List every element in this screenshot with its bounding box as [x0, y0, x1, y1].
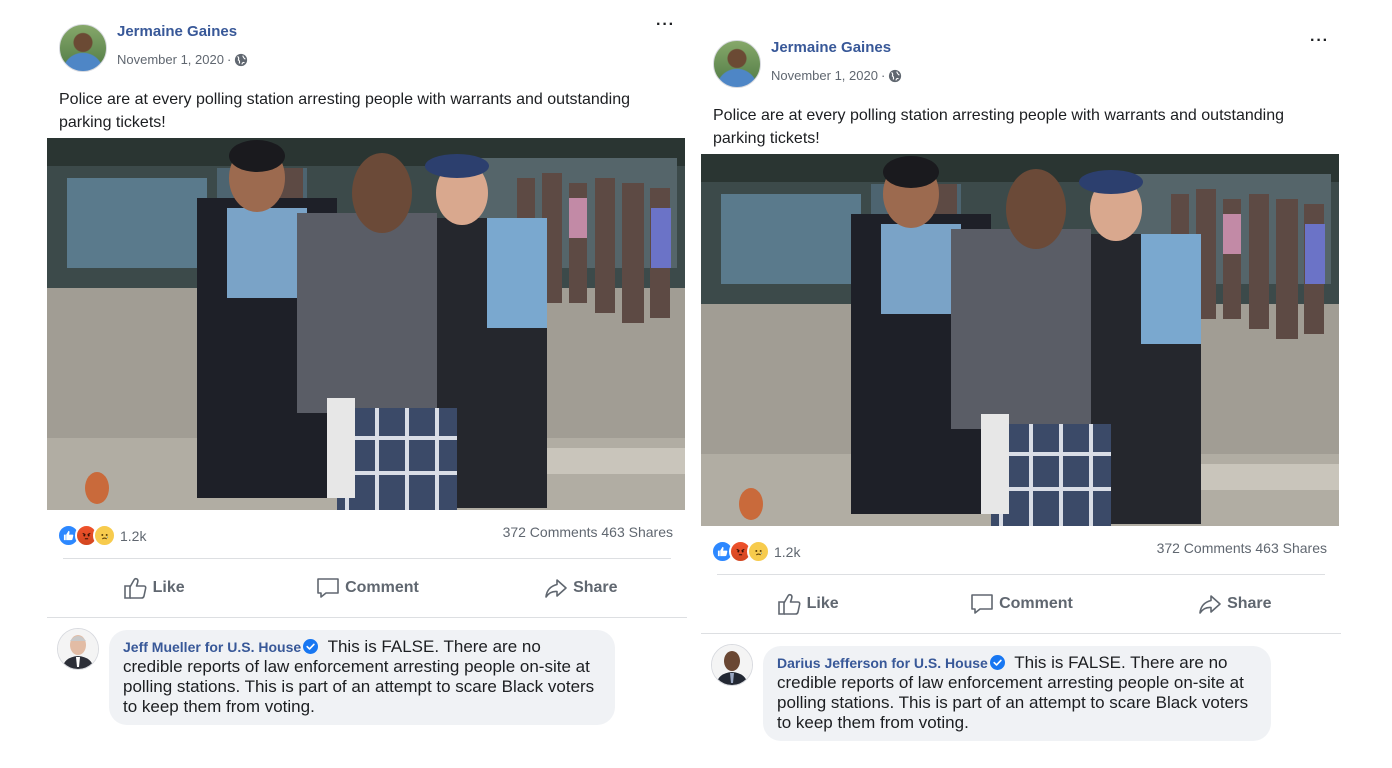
post-meta: November 1, 2020 · [771, 68, 902, 83]
comment-icon [315, 576, 341, 600]
action-bar: Like Comment Share [47, 559, 687, 617]
verified-badge-icon [303, 639, 318, 654]
post-header: Jermaine Gaines November 1, 2020 · ··· [701, 30, 1341, 94]
more-icon[interactable]: ··· [656, 16, 675, 34]
comments-shares-count[interactable]: 372 Comments 463 Shares [503, 524, 673, 540]
reactions-summary[interactable]: 1.2k [711, 540, 800, 563]
globe-icon [888, 69, 902, 83]
comment: Jeff Mueller for U.S. House This is FALS… [47, 618, 687, 728]
reaction-count[interactable]: 1.2k [120, 528, 146, 544]
comment-label: Comment [999, 595, 1073, 612]
commenter-avatar[interactable] [57, 628, 99, 670]
author-name[interactable]: Jermaine Gaines [771, 39, 891, 56]
thumbs-up-icon [123, 576, 149, 600]
share-icon [1197, 592, 1223, 616]
like-button[interactable]: Like [47, 559, 260, 617]
post-header: Jermaine Gaines November 1, 2020 · ··· [47, 14, 687, 78]
post-photo[interactable] [701, 154, 1339, 526]
commenter-name[interactable]: Jeff Mueller for U.S. House [123, 639, 301, 655]
comment-button[interactable]: Comment [260, 559, 473, 617]
share-button[interactable]: Share [1128, 575, 1341, 633]
post-text: Police are at every polling station arre… [59, 91, 630, 131]
thumbs-up-icon [777, 592, 803, 616]
post-card: Jermaine Gaines November 1, 2020 · ··· P… [701, 30, 1341, 744]
comment: Darius Jefferson for U.S. House This is … [701, 634, 1341, 744]
post-stats: 1.2k 372 Comments 463 Shares [701, 530, 1341, 568]
author-avatar[interactable] [713, 40, 761, 88]
comment-bubble: Jeff Mueller for U.S. House This is FALS… [109, 630, 615, 725]
meta-separator: · [880, 68, 886, 83]
share-label: Share [573, 579, 618, 596]
author-name[interactable]: Jermaine Gaines [117, 23, 237, 40]
more-icon[interactable]: ··· [1310, 32, 1329, 50]
post-stats: 1.2k 372 Comments 463 Shares [47, 514, 687, 552]
like-label: Like [806, 595, 839, 612]
post-photo[interactable] [47, 138, 685, 510]
sad-reaction-icon [747, 540, 770, 563]
post-date[interactable]: November 1, 2020 [771, 68, 878, 83]
post-meta: November 1, 2020 · [117, 52, 248, 67]
post-card: Jermaine Gaines November 1, 2020 · ··· P… [47, 14, 687, 728]
like-label: Like [152, 579, 185, 596]
comment-bubble: Darius Jefferson for U.S. House This is … [763, 646, 1271, 741]
reactions-summary[interactable]: 1.2k [57, 524, 146, 547]
sad-reaction-icon [93, 524, 116, 547]
commenter-avatar[interactable] [711, 644, 753, 686]
author-avatar[interactable] [59, 24, 107, 72]
post-date[interactable]: November 1, 2020 [117, 52, 224, 67]
share-label: Share [1227, 595, 1272, 612]
meta-separator: · [226, 52, 232, 67]
reaction-count[interactable]: 1.2k [774, 544, 800, 560]
comment-label: Comment [345, 579, 419, 596]
verified-badge-icon [990, 655, 1005, 670]
globe-icon [234, 53, 248, 67]
share-icon [543, 576, 569, 600]
share-button[interactable]: Share [474, 559, 687, 617]
like-button[interactable]: Like [701, 575, 914, 633]
comment-icon [969, 592, 995, 616]
post-text: Police are at every polling station arre… [713, 107, 1284, 147]
comments-shares-count[interactable]: 372 Comments 463 Shares [1157, 540, 1327, 556]
action-bar: Like Comment Share [701, 575, 1341, 633]
commenter-name[interactable]: Darius Jefferson for U.S. House [777, 655, 988, 671]
comment-button[interactable]: Comment [914, 575, 1127, 633]
